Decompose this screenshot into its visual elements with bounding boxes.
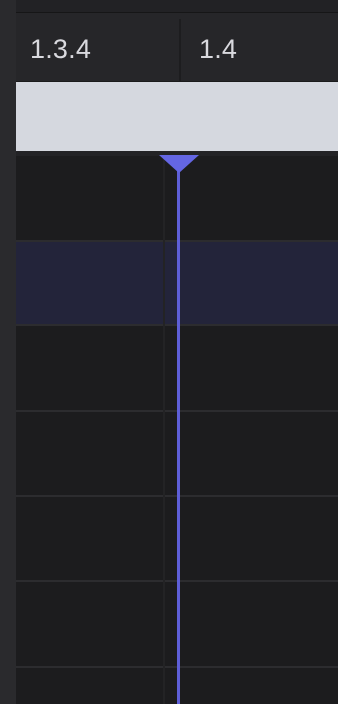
ruler-marker-1-3-4: 1.3.4 [30,34,92,64]
playhead-line[interactable] [177,160,180,704]
top-toolbar-strip [16,0,338,13]
loop-range-bar[interactable] [16,82,338,151]
timeline-ruler[interactable]: 1.3.4 1.4 [16,13,338,81]
beat-grid-line [163,156,165,704]
playhead-handle[interactable] [159,155,199,173]
ruler-marker-1-4: 1.4 [199,34,238,64]
left-edge-panel [0,0,16,704]
ruler-divider [179,19,181,81]
